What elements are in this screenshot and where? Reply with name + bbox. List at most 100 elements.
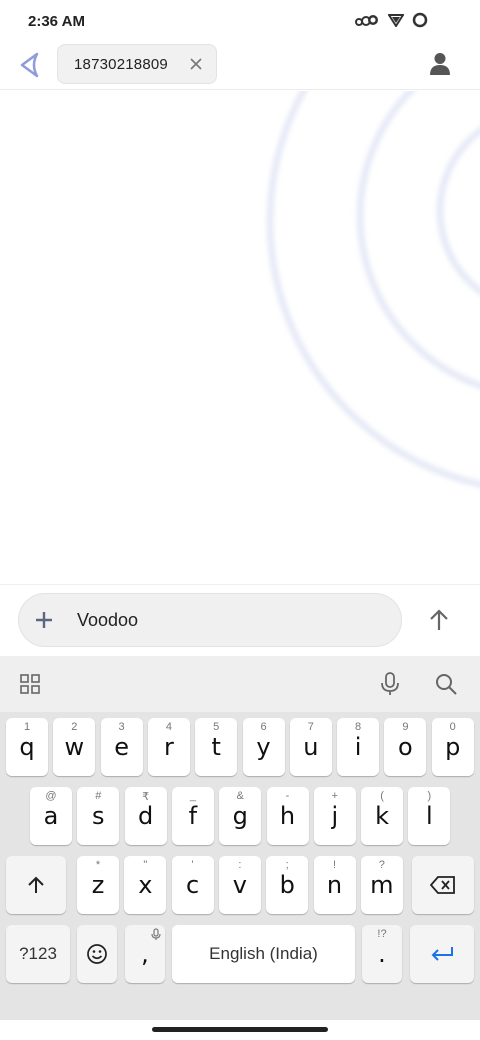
key-y[interactable]: 6y bbox=[242, 718, 285, 776]
attach-button[interactable] bbox=[19, 593, 69, 647]
signal-icon bbox=[387, 13, 405, 32]
remove-recipient-button[interactable] bbox=[188, 56, 204, 72]
key-b[interactable]: ; b bbox=[266, 856, 309, 914]
key-l[interactable]: ) l bbox=[408, 787, 451, 845]
key-hint: ₹ bbox=[142, 791, 150, 803]
battery-ring-icon bbox=[412, 12, 428, 33]
key-a[interactable]: @ a bbox=[30, 787, 72, 845]
key-hint: 0 bbox=[449, 721, 456, 733]
key-hint: _ bbox=[189, 790, 196, 802]
key-label: r bbox=[163, 733, 174, 761]
key-hint: " bbox=[143, 859, 148, 871]
microphone-hint-icon bbox=[151, 928, 161, 940]
key-c[interactable]: ' c bbox=[171, 856, 214, 914]
key-label: p bbox=[445, 733, 461, 761]
key-k[interactable]: (k bbox=[361, 787, 404, 845]
key-hint: ? bbox=[378, 859, 385, 871]
key-i[interactable]: 8i bbox=[337, 718, 380, 776]
key-label: w bbox=[64, 733, 85, 761]
key-w[interactable]: 2w bbox=[53, 718, 96, 776]
keyboard-search-button[interactable] bbox=[432, 670, 460, 698]
key-o[interactable]: 9o bbox=[384, 718, 427, 776]
arrow-up-icon bbox=[430, 609, 448, 630]
key-v[interactable]: :v bbox=[218, 856, 261, 914]
back-button[interactable] bbox=[14, 50, 44, 80]
grid-icon bbox=[20, 674, 40, 694]
key-hint: 8 bbox=[355, 721, 362, 733]
apps-grid-button[interactable] bbox=[16, 670, 44, 698]
key-label: i bbox=[354, 733, 362, 761]
key-hint: # bbox=[95, 790, 102, 802]
key-hint: ! bbox=[332, 859, 337, 871]
key-label: k bbox=[375, 802, 390, 830]
conversation-header: 18730218809 bbox=[0, 42, 480, 90]
key-z[interactable]: * z bbox=[77, 856, 119, 914]
recipient-chip[interactable]: 18730218809 bbox=[57, 44, 217, 84]
key-label: u bbox=[303, 733, 319, 761]
period-key[interactable]: !?. bbox=[362, 925, 402, 983]
voice-input-button[interactable] bbox=[376, 670, 404, 698]
key-label: English (India) bbox=[209, 944, 318, 963]
home-indicator[interactable] bbox=[152, 1027, 328, 1032]
key-hint: ; bbox=[285, 859, 289, 871]
key-label: l bbox=[426, 802, 433, 830]
key-label: v bbox=[232, 871, 247, 899]
status-bar: 2:36 AM bbox=[0, 0, 480, 42]
key-hint: 3 bbox=[118, 721, 125, 733]
key-hint: 7 bbox=[307, 721, 314, 733]
person-icon bbox=[430, 53, 450, 75]
keyboard-toolbar bbox=[0, 656, 480, 712]
decorative-rings bbox=[267, 91, 480, 487]
key-m[interactable]: ? m bbox=[360, 856, 403, 914]
status-icons bbox=[354, 12, 428, 33]
key-label: b bbox=[279, 871, 295, 899]
key-s[interactable]: # s bbox=[77, 787, 120, 845]
message-composer: Voodoo bbox=[0, 584, 480, 656]
key-hint: 5 bbox=[213, 721, 220, 733]
contact-button[interactable] bbox=[426, 50, 454, 78]
key-x[interactable]: " x bbox=[124, 856, 167, 914]
key-e[interactable]: 3e bbox=[100, 718, 143, 776]
key-label: y bbox=[256, 733, 271, 761]
backspace-icon bbox=[430, 876, 455, 894]
key-hint: & bbox=[236, 790, 244, 802]
backspace-key[interactable] bbox=[412, 856, 474, 914]
back-arrow-icon bbox=[20, 52, 39, 78]
key-hint: ( bbox=[380, 790, 384, 802]
key-d[interactable]: ₹ d bbox=[124, 787, 167, 845]
key-label: e bbox=[114, 733, 129, 761]
emoji-icon bbox=[87, 944, 107, 964]
key-f[interactable]: _ f bbox=[171, 787, 214, 845]
status-time: 2:36 AM bbox=[28, 13, 85, 30]
message-field[interactable]: Voodoo bbox=[18, 593, 402, 647]
key-t[interactable]: 5t bbox=[195, 718, 238, 776]
key-label: f bbox=[188, 802, 198, 830]
key-hint: ' bbox=[191, 859, 194, 871]
key-label: m bbox=[370, 871, 394, 899]
key-q[interactable]: 1q bbox=[6, 718, 48, 776]
key-hint: !? bbox=[377, 928, 387, 940]
message-input[interactable]: Voodoo bbox=[77, 610, 377, 631]
key-n[interactable]: ! n bbox=[313, 856, 356, 914]
key-j[interactable]: + j bbox=[313, 787, 356, 845]
key-label: . bbox=[378, 940, 386, 968]
symbols-key[interactable]: ?123 bbox=[6, 925, 70, 983]
send-button[interactable] bbox=[422, 603, 456, 637]
search-icon bbox=[436, 674, 457, 695]
key-u[interactable]: 7u bbox=[289, 718, 332, 776]
enter-key[interactable] bbox=[410, 925, 474, 983]
key-r[interactable]: 4r bbox=[147, 718, 190, 776]
space-key[interactable]: English (India) bbox=[172, 925, 355, 983]
key-label: o bbox=[398, 733, 413, 761]
enter-icon bbox=[431, 947, 453, 961]
comma-key[interactable]: , bbox=[125, 925, 165, 983]
key-label: d bbox=[137, 802, 154, 830]
key-g[interactable]: & g bbox=[219, 787, 262, 845]
emoji-key[interactable] bbox=[77, 925, 117, 983]
key-h[interactable]: -h bbox=[266, 787, 309, 845]
key-p[interactable]: 0p bbox=[431, 718, 474, 776]
conversation-area bbox=[0, 91, 480, 583]
shift-key[interactable] bbox=[6, 856, 66, 914]
key-label: c bbox=[185, 871, 200, 899]
recipient-number: 18730218809 bbox=[74, 55, 168, 73]
